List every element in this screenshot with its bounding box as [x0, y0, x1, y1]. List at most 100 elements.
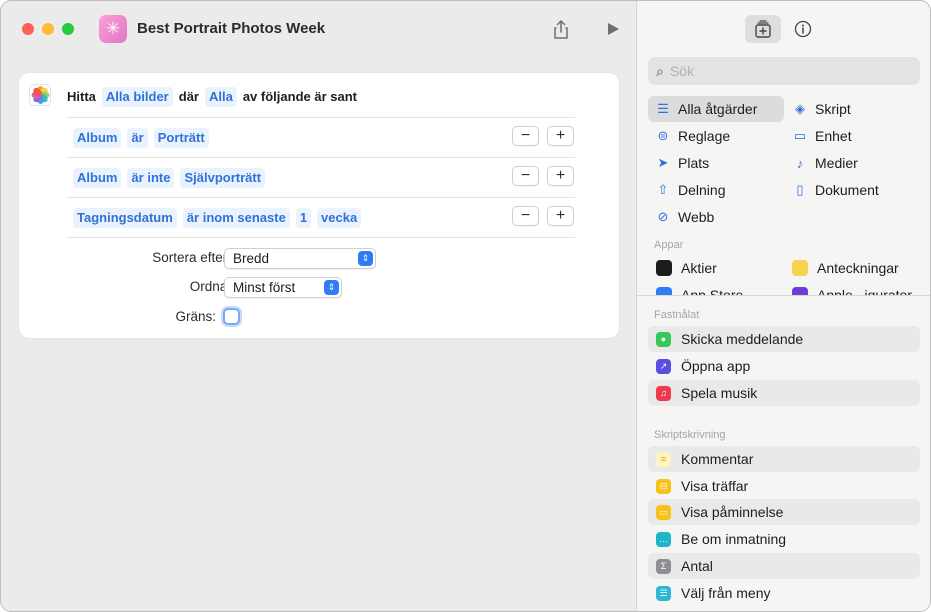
app-label: App Store: [681, 287, 744, 295]
notes-app-icon: [792, 260, 808, 276]
app-label: Aktier: [681, 260, 717, 276]
minimize-window-button[interactable]: [42, 23, 54, 35]
find-label: Hitta: [67, 89, 96, 104]
add-filter-button[interactable]: +: [547, 206, 574, 226]
toggles-icon: ⊜: [657, 128, 669, 143]
app-item-stocks[interactable]: Aktier: [656, 255, 717, 281]
order-popup[interactable]: Minst först ⇕: [224, 277, 342, 298]
category-label: Reglage: [678, 128, 731, 144]
match-mode-token[interactable]: Alla: [204, 87, 237, 107]
limit-label: Gräns:: [175, 309, 216, 324]
play-icon: [607, 23, 619, 35]
document-icon: ▯: [796, 182, 804, 197]
share-icon: [554, 19, 568, 39]
category-sharing[interactable]: ⇧ Delning: [648, 177, 784, 203]
search-placeholder: Sök: [669, 63, 694, 79]
action-count[interactable]: Σ Antal: [648, 553, 920, 579]
action-play-music[interactable]: ♫ Spela musik: [648, 380, 920, 406]
script-icon: ◈: [795, 101, 805, 116]
category-label: Enhet: [815, 128, 852, 144]
apps-section-header: Appar: [654, 239, 684, 251]
category-controls[interactable]: ⊜ Reglage: [648, 123, 784, 149]
where-label: där: [178, 89, 199, 104]
action-label: Be om inmatning: [681, 531, 787, 547]
remove-filter-button[interactable]: −: [512, 166, 539, 186]
action-open-app[interactable]: ↗ Öppna app: [648, 353, 920, 379]
sort-label: Sortera efter:: [152, 250, 231, 265]
category-label: Dokument: [815, 182, 879, 198]
action-show-alert[interactable]: ▭ Visa påminnelse: [648, 499, 920, 525]
divider: [67, 237, 575, 238]
category-all-actions[interactable]: ☰ Alla åtgärder: [648, 96, 784, 122]
divider: [637, 295, 930, 296]
filter-field-token[interactable]: Album: [73, 127, 122, 148]
sigma-icon: Σ: [656, 558, 671, 574]
category-web[interactable]: ⊘ Webb: [648, 204, 784, 230]
filter-row: Album är Porträtt: [67, 117, 575, 157]
category-label: Skript: [815, 101, 851, 117]
source-token[interactable]: Alla bilder: [101, 87, 173, 107]
category-label: Plats: [678, 155, 710, 171]
app-label: Anteckningar: [817, 260, 899, 276]
app-item-notes[interactable]: Anteckningar: [792, 255, 899, 281]
filter-field-token[interactable]: Album: [73, 167, 122, 188]
add-filter-button[interactable]: +: [547, 126, 574, 146]
category-scripting[interactable]: ◈ Skript: [785, 96, 920, 122]
action-ask-for-input[interactable]: … Be om inmatning: [648, 526, 920, 552]
filter-value-token[interactable]: Porträtt: [153, 127, 209, 148]
action-label: Skicka meddelande: [681, 331, 804, 347]
filter-operator-token[interactable]: är: [127, 127, 148, 148]
action-label: Visa påminnelse: [681, 504, 784, 520]
order-value: Minst först: [233, 280, 296, 295]
filter-row: Tagningsdatum är inom senaste 1 vecka: [67, 197, 575, 237]
action-label: Visa träffar: [681, 478, 749, 494]
apple-configurator-icon: [792, 287, 808, 295]
action-comment[interactable]: ≡ Kommentar: [648, 446, 920, 472]
filter-value-token[interactable]: Självporträtt: [180, 167, 266, 188]
library-add-icon: [755, 20, 771, 38]
comment-icon: ≡: [656, 451, 671, 467]
category-device[interactable]: ▭ Enhet: [785, 123, 920, 149]
action-show-result[interactable]: ⊟ Visa träffar: [648, 473, 920, 499]
app-item-apple-configurator[interactable]: Apple...igurator: [792, 282, 912, 295]
shortcut-title[interactable]: Best Portrait Photos Week: [137, 20, 325, 37]
action-send-message[interactable]: ● Skicka meddelande: [648, 326, 920, 352]
shortcut-icon[interactable]: ✳: [99, 15, 127, 43]
filter-unit-token[interactable]: vecka: [317, 207, 362, 228]
action-library-button[interactable]: [745, 15, 781, 43]
add-filter-button[interactable]: +: [547, 166, 574, 186]
order-label: Ordna:: [189, 279, 231, 294]
category-location[interactable]: ➤ Plats: [648, 150, 784, 176]
chevron-updown-icon: ⇕: [358, 251, 373, 266]
filter-field-token[interactable]: Tagningsdatum: [73, 207, 177, 228]
category-documents[interactable]: ▯ Dokument: [785, 177, 920, 203]
run-button[interactable]: [601, 17, 625, 41]
filter-amount-token[interactable]: 1: [295, 207, 312, 228]
remove-filter-button[interactable]: −: [512, 206, 539, 226]
app-item-app-store[interactable]: App Store: [656, 282, 743, 295]
search-field[interactable]: ⌕ Sök: [648, 57, 920, 85]
close-window-button[interactable]: [22, 23, 34, 35]
share-icon: ⇧: [657, 182, 669, 197]
remove-filter-button[interactable]: −: [512, 126, 539, 146]
info-icon: [794, 20, 812, 38]
share-button[interactable]: [549, 17, 573, 41]
zoom-window-button[interactable]: [62, 23, 74, 35]
details-button[interactable]: [785, 15, 821, 43]
display-icon: ▭: [793, 128, 807, 143]
music-icon: ♫: [656, 385, 671, 401]
music-note-icon: ♪: [796, 155, 804, 171]
filter-operator-token[interactable]: är inom senaste: [182, 207, 290, 228]
filter-operator-token[interactable]: är inte: [127, 167, 175, 188]
action-label: Välj från meny: [681, 585, 771, 601]
open-app-icon: ↗: [656, 358, 671, 374]
compass-icon: ⊘: [657, 209, 669, 224]
action-choose-from-menu[interactable]: ☰ Välj från meny: [648, 580, 920, 606]
find-action-header: Hitta Alla bilder där Alla av följande ä…: [63, 87, 361, 107]
filter-row: Album är inte Självporträtt: [67, 157, 575, 197]
limit-checkbox[interactable]: [223, 308, 240, 325]
pinned-section-header: Fastnålat: [654, 309, 700, 321]
show-result-icon: ⊟: [656, 478, 671, 494]
category-media[interactable]: ♪ Medier: [785, 150, 920, 176]
sort-popup[interactable]: Bredd ⇕: [224, 248, 376, 269]
